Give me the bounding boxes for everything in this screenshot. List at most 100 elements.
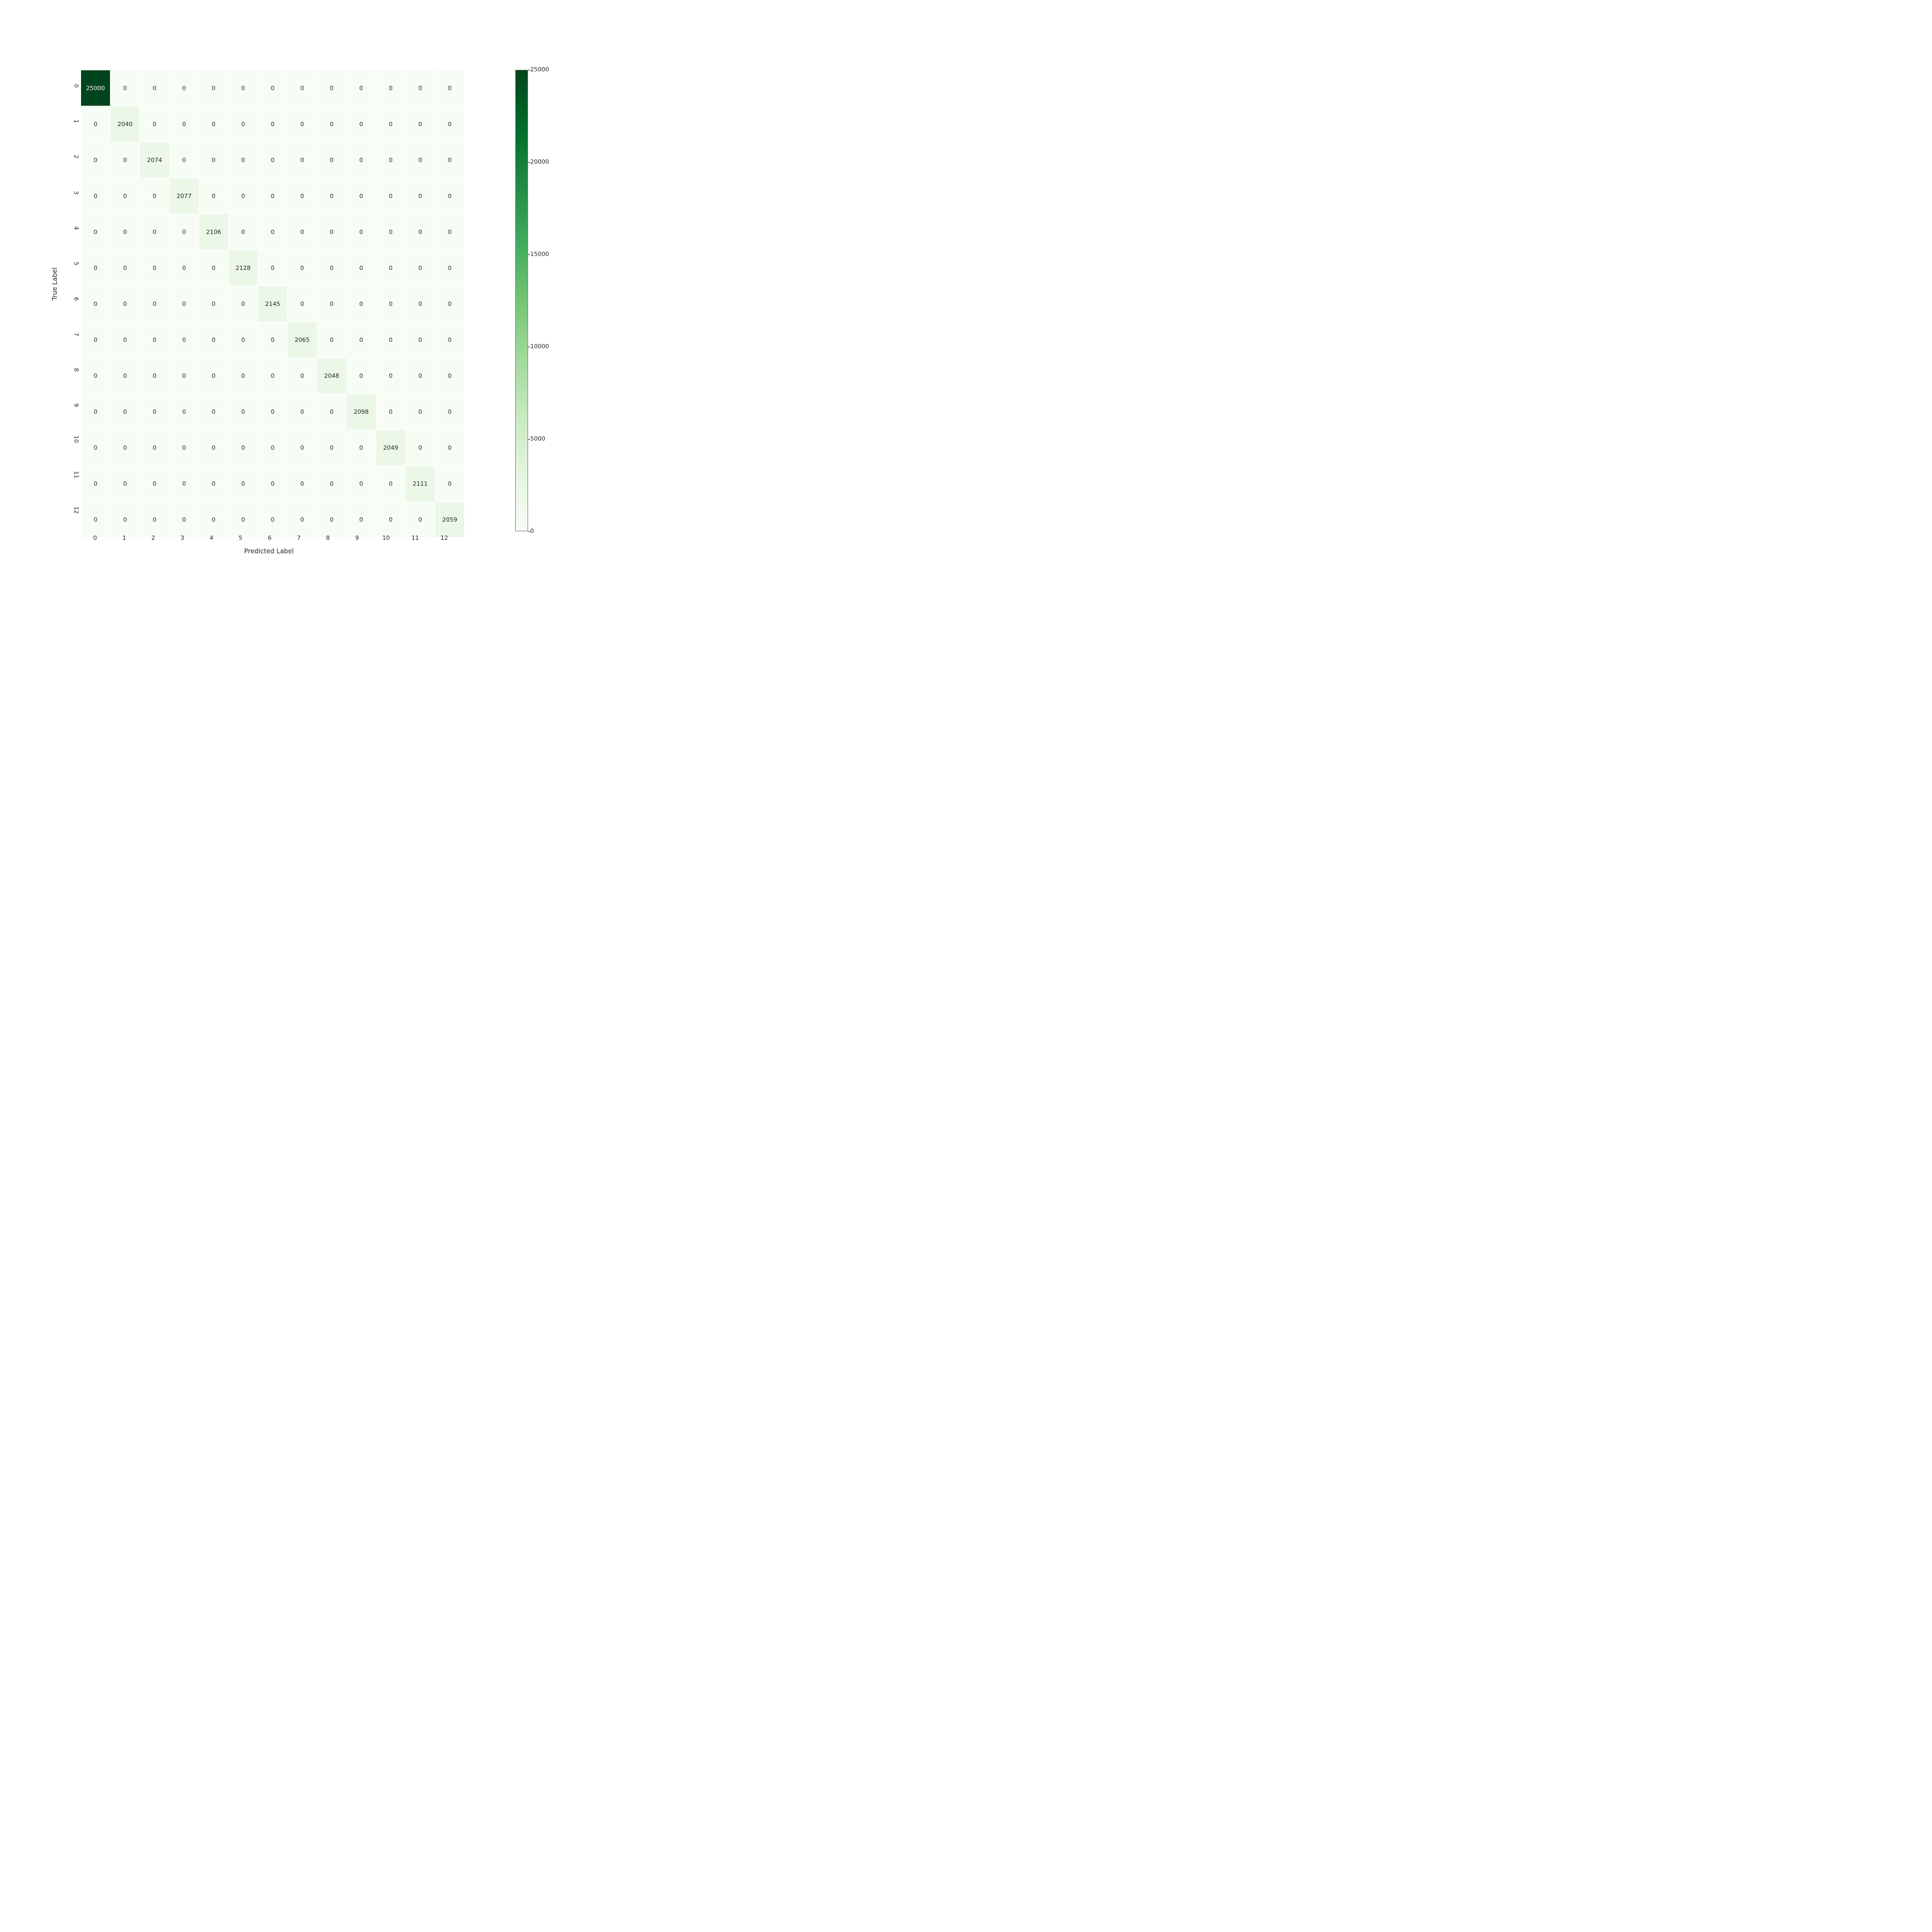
heatmap-cell: 0 [111,358,140,394]
x-tick-label: 2 [143,535,164,541]
x-tick-label: 1 [113,535,135,541]
heatmap-cell: 0 [111,394,140,430]
heatmap-cell: 0 [140,502,170,538]
heatmap-cell: 0 [406,394,435,430]
heatmap-cell: 0 [347,430,376,466]
heatmap-cell: 2106 [199,214,229,250]
heatmap-cell: 0 [435,394,465,430]
heatmap-cell: 0 [140,214,170,250]
x-tick-label: 11 [405,535,426,541]
x-tick-label: 12 [434,535,455,541]
heatmap-cell: 0 [406,142,435,178]
heatmap-cell: 0 [317,430,347,466]
heatmap-cell: 0 [435,466,465,502]
heatmap-cell: 0 [258,466,288,502]
heatmap-cell: 2059 [435,502,465,538]
heatmap-cell: 0 [258,394,288,430]
heatmap-cell: 0 [81,286,111,322]
heatmap-cell: 0 [347,214,376,250]
y-tick-label: 5 [73,249,80,265]
heatmap-cell: 0 [347,250,376,286]
heatmap-cell: 0 [288,178,317,214]
heatmap-cell: 2049 [376,430,406,466]
heatmap-cell: 0 [376,502,406,538]
heatmap-cell: 0 [406,322,435,358]
heatmap-cell: 0 [170,466,199,502]
heatmap-cell: 0 [406,214,435,250]
heatmap-cell: 0 [376,322,406,358]
heatmap-cell: 0 [111,286,140,322]
heatmap-cell: 0 [140,394,170,430]
heatmap-cell: 0 [376,286,406,322]
heatmap-cell: 0 [258,322,288,358]
heatmap-cell: 0 [140,466,170,502]
x-tick-label: 10 [375,535,397,541]
heatmap-cell: 0 [140,70,170,106]
heatmap-cell: 0 [140,430,170,466]
heatmap-cell: 0 [170,106,199,142]
heatmap-cell: 0 [435,70,465,106]
heatmap-cell: 0 [81,142,111,178]
heatmap-cell: 0 [376,142,406,178]
heatmap-cell: 25000 [81,70,111,106]
heatmap-cell: 0 [317,250,347,286]
colorbar-tick-label: 5000 [530,435,545,442]
heatmap-cell: 0 [406,430,435,466]
heatmap-cell: 0 [347,358,376,394]
heatmap-cell: 0 [347,106,376,142]
heatmap-cell: 0 [170,70,199,106]
heatmap-cell: 0 [199,394,229,430]
y-axis-label: True Label [51,267,58,301]
heatmap-cell: 0 [435,430,465,466]
y-tick-label: 10 [73,427,80,443]
heatmap-cell: 0 [170,394,199,430]
heatmap-cell: 0 [81,430,111,466]
heatmap-cell: 0 [140,286,170,322]
heatmap-cell: 0 [288,250,317,286]
heatmap-cell: 0 [229,466,258,502]
heatmap-cell: 0 [170,214,199,250]
heatmap-cell: 0 [376,178,406,214]
heatmap-cell: 0 [81,178,111,214]
heatmap-cell: 0 [258,106,288,142]
heatmap-cell: 0 [317,394,347,430]
y-tick-label: 7 [73,320,80,336]
heatmap-cell: 0 [347,142,376,178]
heatmap-cell: 0 [199,358,229,394]
heatmap-cell: 0 [170,430,199,466]
heatmap-cell: 0 [140,106,170,142]
x-tick-label: 9 [346,535,368,541]
colorbar-tick-label: 10000 [530,343,549,350]
heatmap-cell: 0 [229,142,258,178]
colorbar-tick-label: 0 [530,528,534,535]
heatmap-cell: 0 [288,142,317,178]
heatmap-cell: 0 [81,358,111,394]
heatmap-cell: 0 [199,106,229,142]
heatmap-cell: 2048 [317,358,347,394]
y-tick-label: 6 [73,285,80,301]
heatmap-cell: 0 [81,502,111,538]
heatmap-cell: 0 [258,430,288,466]
heatmap-cell: 0 [199,502,229,538]
heatmap-cell: 0 [376,70,406,106]
heatmap-cell: 0 [406,106,435,142]
heatmap-cell: 0 [258,250,288,286]
heatmap-cell: 0 [111,322,140,358]
heatmap-cell: 0 [170,322,199,358]
x-tick-label: 7 [288,535,310,541]
heatmap-cell: 0 [170,358,199,394]
heatmap-cell: 0 [288,502,317,538]
x-tick-label: 5 [230,535,251,541]
heatmap-cell: 0 [435,214,465,250]
heatmap-cell: 0 [229,178,258,214]
heatmap-cell: 0 [435,106,465,142]
heatmap-grid: 2500000000000000002040000000000000020740… [80,70,465,538]
heatmap-cell: 0 [199,466,229,502]
y-tick-label: 12 [73,497,80,514]
heatmap-cell: 0 [317,214,347,250]
heatmap-cell: 0 [111,142,140,178]
heatmap-cell: 0 [199,286,229,322]
heatmap-cell: 0 [81,394,111,430]
heatmap-cell: 0 [111,214,140,250]
heatmap-cell: 0 [81,322,111,358]
